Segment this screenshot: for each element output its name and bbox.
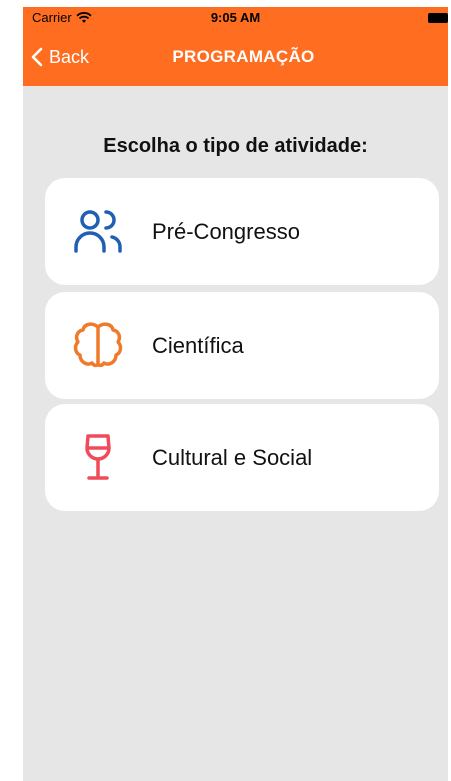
option-label: Cultural e Social [152, 444, 313, 470]
page-title: PROGRAMAÇÃO [172, 47, 315, 66]
wine-glass-icon [72, 431, 124, 483]
users-icon [72, 205, 124, 257]
status-time: 9:05 AM [210, 10, 261, 25]
battery-icon [428, 13, 448, 23]
option-label: Científica [152, 332, 244, 358]
brain-icon [72, 319, 124, 371]
navigation-bar: Back PROGRAMAÇÃO [23, 39, 448, 75]
status-bar: Carrier 9:05 AM [23, 7, 448, 29]
option-label: Pré-Congresso [152, 218, 300, 244]
option-pre-congresso[interactable]: Pré-Congresso [45, 178, 439, 285]
activity-type-prompt: Escolha o tipo de atividade: [103, 135, 368, 157]
header-bar: Carrier 9:05 AM Back PROGRAMAÇÃO [23, 7, 448, 86]
option-cientifica[interactable]: Científica [45, 292, 439, 399]
option-cultural-social[interactable]: Cultural e Social [45, 404, 439, 511]
phone-screen: Carrier 9:05 AM Back PROGRAMAÇÃO Escolha… [23, 7, 448, 781]
